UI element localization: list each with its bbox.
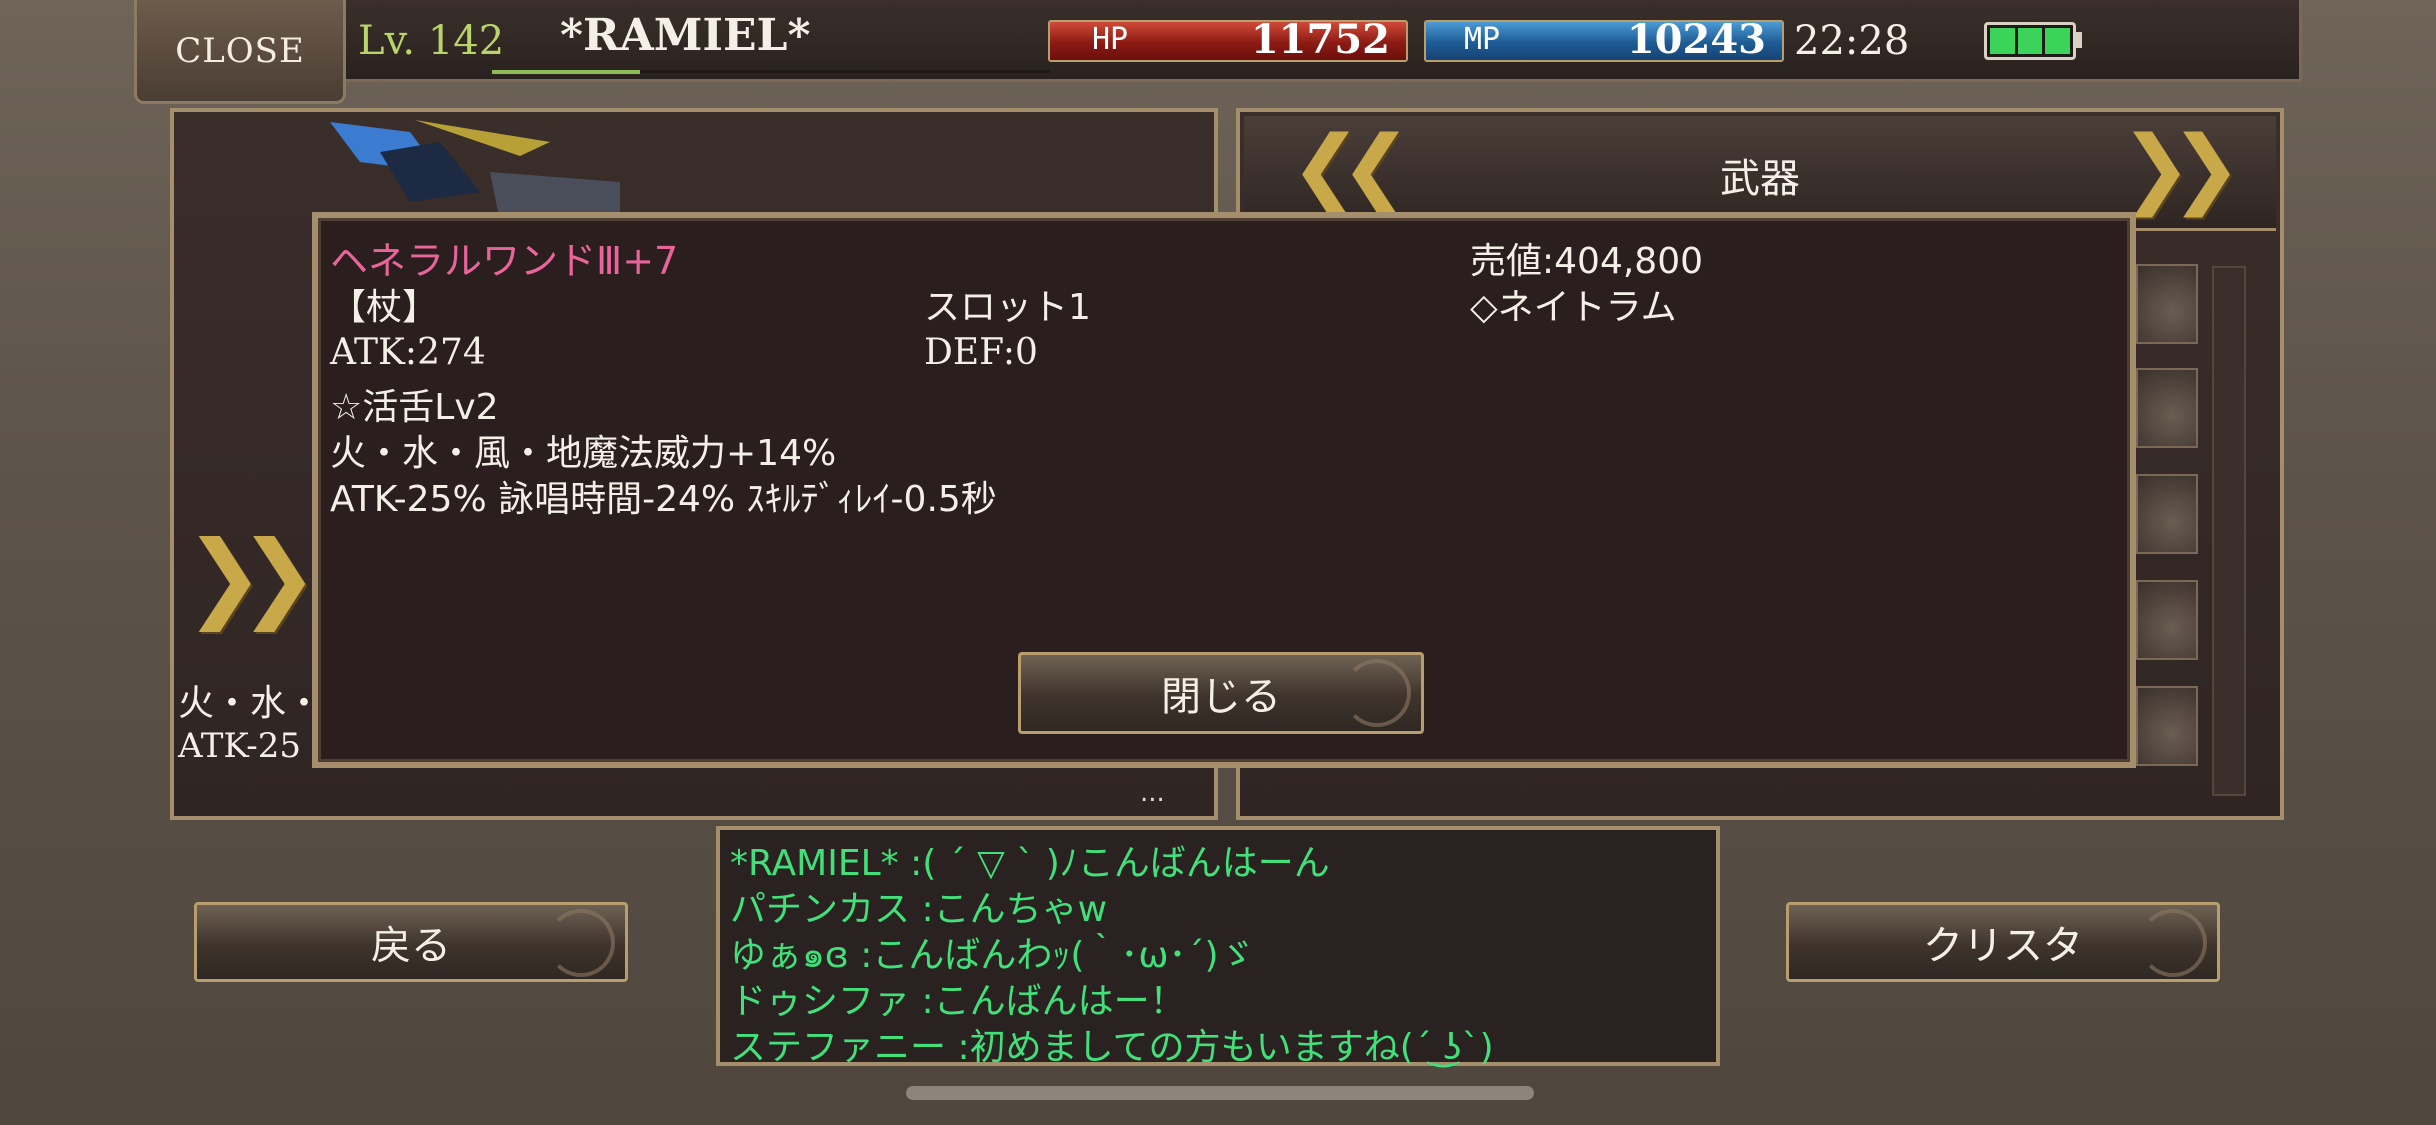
home-indicator[interactable] (906, 1086, 1534, 1100)
item-slot[interactable] (2136, 474, 2198, 554)
chat-message: パチンカス :こんちゃw (730, 889, 1108, 930)
back-button[interactable]: 戻る (194, 902, 628, 982)
item-slot[interactable] (2136, 264, 2198, 344)
item-element: ◇ネイトラム (1470, 287, 1677, 328)
double-chevron-right-icon[interactable]: ❯❯ (2120, 118, 2242, 218)
mp-value: 10243 (1626, 16, 1766, 63)
hp-value: 11752 (1250, 16, 1390, 63)
item-penalty: ATK-25% 詠唱時間-24% ｽｷﾙﾃﾞｨﾚｲ-0.5秒 (330, 479, 997, 520)
chat-message: *RAMIEL* :( ´ ▽ ` )ﾉこんばんはーん (730, 843, 1330, 884)
item-price: 売値:404,800 (1470, 241, 1703, 282)
crysta-label: クリスタ (1923, 923, 2083, 969)
close-dialog-button[interactable]: 閉じる (1018, 652, 1424, 734)
item-magic-bonus: 火・水・風・地魔法威力+14% (330, 433, 837, 474)
chat-message: ドゥシファ :こんばんはー！ (730, 981, 1186, 1022)
item-skill: ☆活舌Lv2 (330, 387, 499, 428)
close-dialog-label: 閉じる (1161, 674, 1281, 720)
player-name: *RAMIEL* (560, 10, 811, 61)
item-name: ヘネラルワンドⅢ+7 (330, 239, 679, 283)
battery-tip (2076, 32, 2082, 48)
item-slot[interactable] (2136, 580, 2198, 660)
item-def: DEF:0 (924, 332, 1038, 373)
more-indicator: ... (1140, 778, 1165, 808)
battery-icon (1984, 22, 2076, 60)
mp-label: MP (1464, 22, 1501, 57)
category-title: 武器 (1720, 156, 1800, 202)
double-chevron-left-icon[interactable]: ❮❮ (1290, 118, 1412, 218)
level-underline (492, 70, 640, 74)
close-button[interactable]: CLOSE (134, 0, 346, 104)
scrollbar[interactable] (2212, 266, 2246, 796)
swirl-ornament-icon (2139, 909, 2207, 977)
hp-label: HP (1092, 22, 1129, 57)
left-panel-text-line2: ATK-25 (178, 726, 302, 766)
item-slot[interactable] (2136, 686, 2198, 766)
back-label: 戻る (371, 923, 451, 969)
left-panel-text-line1: 火・水・ (178, 683, 323, 724)
level-label: Lv. 142 (358, 18, 505, 64)
item-slot-count: スロット1 (924, 287, 1091, 328)
item-slot[interactable] (2136, 368, 2198, 448)
name-underline (640, 70, 1050, 73)
item-atk: ATK:274 (330, 332, 486, 373)
clock: 22:28 (1794, 18, 1910, 64)
weapon-model-image (330, 120, 620, 222)
crysta-button[interactable]: クリスタ (1786, 902, 2220, 982)
swirl-ornament-icon (547, 909, 615, 977)
item-category: 【杖】 (330, 287, 439, 328)
double-chevron-right-icon[interactable]: ❯❯ (184, 520, 319, 632)
swirl-ornament-icon (1343, 659, 1411, 727)
chat-message: ステファニー :初めましての方もいますね(´ ͜ʖ`) (730, 1027, 1494, 1068)
